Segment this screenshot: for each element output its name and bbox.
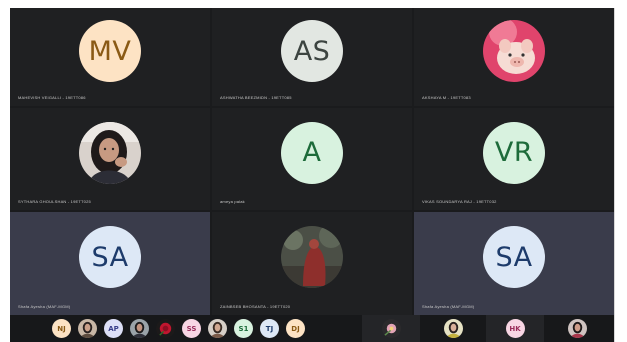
- participant-tile[interactable]: SA Shafa Ayesha (MAF-MGM): [10, 212, 210, 315]
- participant-strip-tiles: HK: [362, 315, 606, 342]
- participant-name: SYTHARA GHOULSHAN - 19ETT025: [18, 199, 91, 204]
- portrait-photo-2-icon[interactable]: [130, 319, 149, 338]
- participant-name: ASHWATHA BEEZMIDN - 19ETT085: [220, 95, 292, 100]
- participant-tile[interactable]: AKSHAYA M - 19ETT083: [414, 8, 614, 106]
- participant-name: Shafa Ayesha (MAF-MGM): [18, 304, 71, 309]
- participant-name: ameya palak: [220, 199, 245, 204]
- participant-avatar: VR: [483, 121, 545, 184]
- rose-photo-icon[interactable]: [156, 319, 175, 338]
- strip-tile[interactable]: HK: [486, 315, 544, 342]
- participant-tile[interactable]: A ameya palak: [212, 108, 412, 210]
- participant-name: ZAINBSEB BHOSANTA - 19ETT020: [220, 304, 291, 309]
- strip-avatar[interactable]: AP: [104, 319, 123, 338]
- portrait-photo-4-icon: [443, 319, 463, 338]
- participant-tile[interactable]: SA Shafa Ayesha (MAF-MGM): [414, 212, 614, 315]
- strip-avatar: HK: [505, 319, 525, 338]
- window-edge-divider: [614, 8, 615, 342]
- participant-tile[interactable]: MV MAHEVISH VEIGALLI - 19ETT086: [10, 8, 210, 106]
- pig-plush-photo-icon: [483, 20, 545, 83]
- participant-tile[interactable]: ZAINBSEB BHOSANTA - 19ETT020: [212, 212, 412, 315]
- participant-name: VIKAS SOUNDARYA RAJ - 19ETT032: [422, 199, 497, 204]
- participant-tile[interactable]: VR VIKAS SOUNDARYA RAJ - 19ETT032: [414, 108, 614, 210]
- participant-tile[interactable]: AS ASHWATHA BEEZMIDN - 19ETT085: [212, 8, 412, 106]
- participant-name: Shafa Ayesha (MAF-MGM): [422, 304, 475, 309]
- strip-avatar[interactable]: DJ: [286, 319, 305, 338]
- strip-tile[interactable]: [362, 315, 420, 342]
- portrait-photo-3-icon[interactable]: [208, 319, 227, 338]
- participant-name: MAHEVISH VEIGALLI - 19ETT086: [18, 95, 86, 100]
- strip-tile[interactable]: [424, 315, 482, 342]
- strip-avatar[interactable]: S1: [234, 319, 253, 338]
- participant-avatar: SA: [79, 226, 141, 289]
- woman-portrait-photo-icon: [79, 121, 141, 184]
- portrait-photo-5-icon: [567, 319, 587, 338]
- participant-avatar: SA: [483, 226, 545, 289]
- participant-strip-avatars: NJ AP SS S1 TJ DJ: [52, 319, 305, 338]
- participant-strip: NJ AP SS S1 TJ DJ HK: [10, 315, 614, 342]
- participant-avatar: AS: [281, 20, 343, 83]
- participant-avatar: MV: [79, 20, 141, 83]
- strip-tile[interactable]: [548, 315, 606, 342]
- participant-tile[interactable]: SYTHARA GHOULSHAN - 19ETT025: [10, 108, 210, 210]
- participant-grid: MV MAHEVISH VEIGALLI - 19ETT086 AS ASHWA…: [10, 8, 614, 315]
- flower-photo-icon: [381, 319, 401, 338]
- strip-avatar[interactable]: NJ: [52, 319, 71, 338]
- participant-name: AKSHAYA M - 19ETT083: [422, 95, 471, 100]
- strip-avatar[interactable]: SS: [182, 319, 201, 338]
- strip-avatar[interactable]: TJ: [260, 319, 279, 338]
- participant-avatar: A: [281, 121, 343, 184]
- red-figure-photo-icon: [281, 226, 343, 289]
- portrait-photo-1-icon[interactable]: [78, 319, 97, 338]
- meeting-screen: MV MAHEVISH VEIGALLI - 19ETT086 AS ASHWA…: [0, 0, 627, 342]
